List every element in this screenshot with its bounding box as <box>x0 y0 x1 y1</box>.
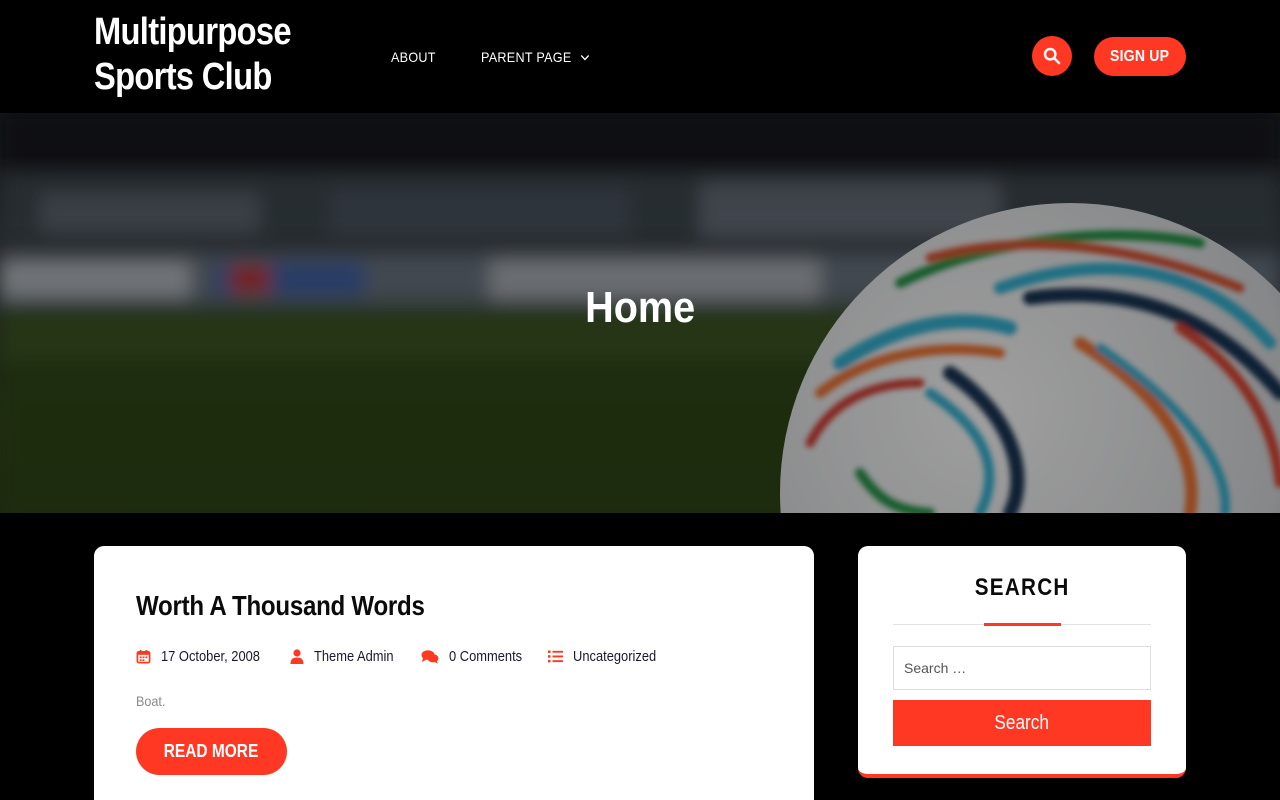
widget-title-accent <box>984 623 1061 626</box>
post-comments-text[interactable]: 0 Comments <box>449 648 522 665</box>
post-comments[interactable]: 0 Comments <box>421 648 534 665</box>
site-title-line1[interactable]: Multipurpose <box>94 10 318 55</box>
post-category-text[interactable]: Uncategorized <box>573 648 656 665</box>
site-header: Multipurpose Sports Club ABOUT PARENT PA… <box>0 0 1280 113</box>
post-author[interactable]: Theme Admin <box>290 648 407 665</box>
post-date-text[interactable]: 17 October, 2008 <box>161 648 260 665</box>
search-widget: SEARCH Search <box>858 546 1186 778</box>
search-submit-button[interactable]: Search <box>893 700 1151 746</box>
user-icon <box>290 649 304 664</box>
post-card: Worth A Thousand Words 17 October, 2008 … <box>94 546 814 800</box>
search-input[interactable] <box>893 646 1151 690</box>
page-title-text: Home <box>584 283 696 332</box>
post-date[interactable]: 17 October, 2008 <box>136 648 276 665</box>
hero-banner: Home <box>0 113 1280 513</box>
site-title[interactable]: Multipurpose Sports Club <box>94 10 318 100</box>
post-meta: 17 October, 2008 Theme Admin 0 Comments <box>136 648 683 665</box>
nav-item-parent-page[interactable]: PARENT PAGE <box>481 47 590 67</box>
search-submit-label[interactable]: Search <box>995 712 1050 735</box>
sign-up-label[interactable]: SIGN UP <box>1110 48 1169 66</box>
main-navigation: ABOUT PARENT PAGE <box>391 47 601 67</box>
comments-icon <box>421 650 439 664</box>
search-icon <box>1043 47 1061 65</box>
read-more-button[interactable]: READ MORE <box>136 728 287 775</box>
page-title: Home <box>0 283 1280 333</box>
widget-title: SEARCH <box>858 574 1186 602</box>
nav-item-about[interactable]: ABOUT <box>391 47 436 67</box>
read-more-label[interactable]: READ MORE <box>164 741 259 762</box>
chevron-down-icon[interactable] <box>579 52 589 63</box>
search-toggle-button[interactable] <box>1032 36 1072 76</box>
post-author-text[interactable]: Theme Admin <box>314 648 394 665</box>
post-title-link[interactable]: Worth A Thousand Words <box>136 590 425 622</box>
post-excerpt: Boat. <box>136 693 166 709</box>
post-category[interactable]: Uncategorized <box>547 648 670 665</box>
nav-item-about-label[interactable]: ABOUT <box>391 47 436 67</box>
nav-item-parent-page-label[interactable]: PARENT PAGE <box>481 47 572 67</box>
widget-title-text: SEARCH <box>974 574 1070 601</box>
list-icon <box>547 650 563 663</box>
calendar-icon <box>136 649 151 664</box>
sign-up-button[interactable]: SIGN UP <box>1094 37 1186 76</box>
site-title-line2[interactable]: Sports Club <box>94 55 318 100</box>
